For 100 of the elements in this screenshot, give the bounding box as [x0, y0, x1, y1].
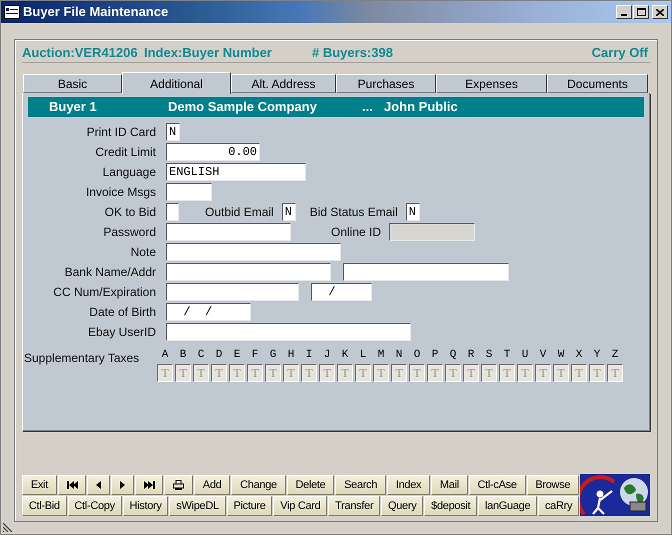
ellipsis-label: ...: [362, 98, 374, 116]
toolbar-button[interactable]: Ctl-Bid: [22, 496, 67, 516]
tax-letter: I: [306, 348, 312, 362]
toolbar-button[interactable]: Browse: [526, 475, 580, 495]
input-field[interactable]: [166, 263, 331, 281]
tax-letter: X: [576, 348, 582, 362]
tab[interactable]: Additional: [122, 72, 231, 94]
tax-letter: V: [540, 348, 546, 362]
toolbar-button[interactable]: caRry: [538, 496, 580, 516]
input-field[interactable]: [166, 223, 291, 241]
tax-letter: O: [414, 348, 420, 362]
tax-letter: D: [216, 348, 222, 362]
buyer-number: Buyer 1: [49, 98, 98, 116]
tax-letter: G: [270, 348, 276, 362]
input-field[interactable]: [166, 203, 179, 221]
toolbar-button[interactable]: [164, 475, 193, 495]
toolbar-button[interactable]: sWipeDL: [169, 496, 226, 516]
first-record-icon: [66, 481, 78, 489]
toolbar-button[interactable]: Ctl-cAse: [468, 475, 526, 495]
tab[interactable]: Purchases: [336, 74, 436, 93]
tax-letter: C: [198, 348, 204, 362]
toolbar-button[interactable]: [134, 475, 164, 495]
index-label: Index:Buyer Number: [144, 44, 273, 62]
printer-icon: [173, 480, 184, 490]
auction-label: Auction:VER41206: [22, 44, 139, 62]
close-icon: [656, 8, 664, 16]
carry-status: Carry Off: [592, 44, 648, 62]
tax-letter: B: [180, 348, 186, 362]
field-label: Invoice Msgs: [84, 184, 156, 201]
input-field[interactable]: [166, 283, 299, 301]
input-field[interactable]: [166, 243, 341, 261]
toolbar-button[interactable]: [87, 475, 110, 495]
contact-name: John Public: [384, 98, 458, 116]
close-button[interactable]: [652, 5, 668, 19]
toolbar-button[interactable]: Vip Card: [273, 496, 328, 516]
tax-letter: R: [468, 348, 474, 362]
toolbar-button[interactable]: History: [122, 496, 168, 516]
toolbar-button[interactable]: Query: [381, 496, 424, 516]
toolbar-button[interactable]: lanGuage: [478, 496, 538, 516]
toolbar-button[interactable]: Add: [194, 475, 230, 495]
tax-letter: P: [432, 348, 438, 362]
toolbar-button[interactable]: Delete: [286, 475, 334, 495]
input-field[interactable]: N: [282, 203, 296, 221]
tab[interactable]: Expenses: [436, 74, 547, 93]
company-name: Demo Sample Company: [168, 98, 318, 116]
field-label: Print ID Card: [86, 124, 156, 141]
tax-letter: Y: [594, 348, 600, 362]
tax-letter: K: [342, 348, 348, 362]
tab[interactable]: Basic: [23, 74, 122, 93]
field-label: Ebay UserID: [86, 324, 156, 341]
tax-letter: N: [396, 348, 402, 362]
field-label: Credit Limit: [94, 144, 156, 161]
field-label: CC Num/Expiration: [52, 284, 156, 301]
tax-letter: H: [288, 348, 294, 362]
toolbar-button[interactable]: Picture: [226, 496, 272, 516]
resize-grip-icon[interactable]: [3, 521, 14, 532]
tax-letter: J: [324, 348, 330, 362]
input-field[interactable]: ENGLISH: [166, 163, 306, 181]
minimize-button[interactable]: [616, 5, 632, 19]
tab[interactable]: Alt. Address: [231, 74, 336, 93]
input-field[interactable]: [166, 183, 212, 201]
maximize-button[interactable]: [633, 5, 649, 19]
field-label: Note: [130, 244, 156, 261]
field-label: OK to Bid: [104, 204, 156, 221]
next-icon: [120, 481, 125, 489]
tax-letter: M: [378, 348, 384, 362]
tax-letter: E: [234, 348, 240, 362]
field-label: Date of Birth: [88, 304, 156, 321]
tax-letter: F: [252, 348, 258, 362]
input-field[interactable]: / /: [166, 303, 251, 321]
toolbar-button[interactable]: [58, 475, 86, 495]
toolbar-button[interactable]: Exit: [22, 475, 57, 495]
field-label: Outbid Email: [205, 204, 274, 221]
input-field[interactable]: 0.00: [166, 143, 260, 161]
input-field[interactable]: /: [311, 283, 372, 301]
field-label: Bid Status Email: [310, 204, 398, 221]
last-record-icon: [144, 481, 155, 489]
tab[interactable]: Documents: [547, 74, 648, 93]
toolbar-button[interactable]: [111, 475, 134, 495]
previous-icon: [96, 481, 102, 489]
toolbar-button[interactable]: Mail: [431, 475, 468, 495]
tax-letter: W: [558, 348, 564, 362]
logo: [580, 474, 650, 516]
tax-letter: T: [504, 348, 510, 362]
input-field[interactable]: N: [166, 123, 180, 141]
field-label: Bank Name/Addr: [64, 264, 156, 281]
toolbar-button[interactable]: Ctl-Copy: [68, 496, 122, 516]
supplementary-taxes-label: Supplementary Taxes: [24, 350, 140, 367]
input-field[interactable]: N: [406, 203, 420, 221]
toolbar-button[interactable]: Index: [387, 475, 430, 495]
toolbar-button[interactable]: Search: [335, 475, 386, 495]
buyer-count: # Buyers:398: [312, 44, 393, 62]
input-field[interactable]: [343, 263, 509, 281]
toolbar-button[interactable]: $deposit: [424, 496, 478, 516]
window-icon: [4, 5, 20, 19]
toolbar-button[interactable]: Transfer: [328, 496, 380, 516]
input-field[interactable]: [166, 323, 411, 341]
tax-letter: U: [522, 348, 528, 362]
tax-letter: A: [162, 348, 168, 362]
toolbar-button[interactable]: Change: [231, 475, 286, 495]
